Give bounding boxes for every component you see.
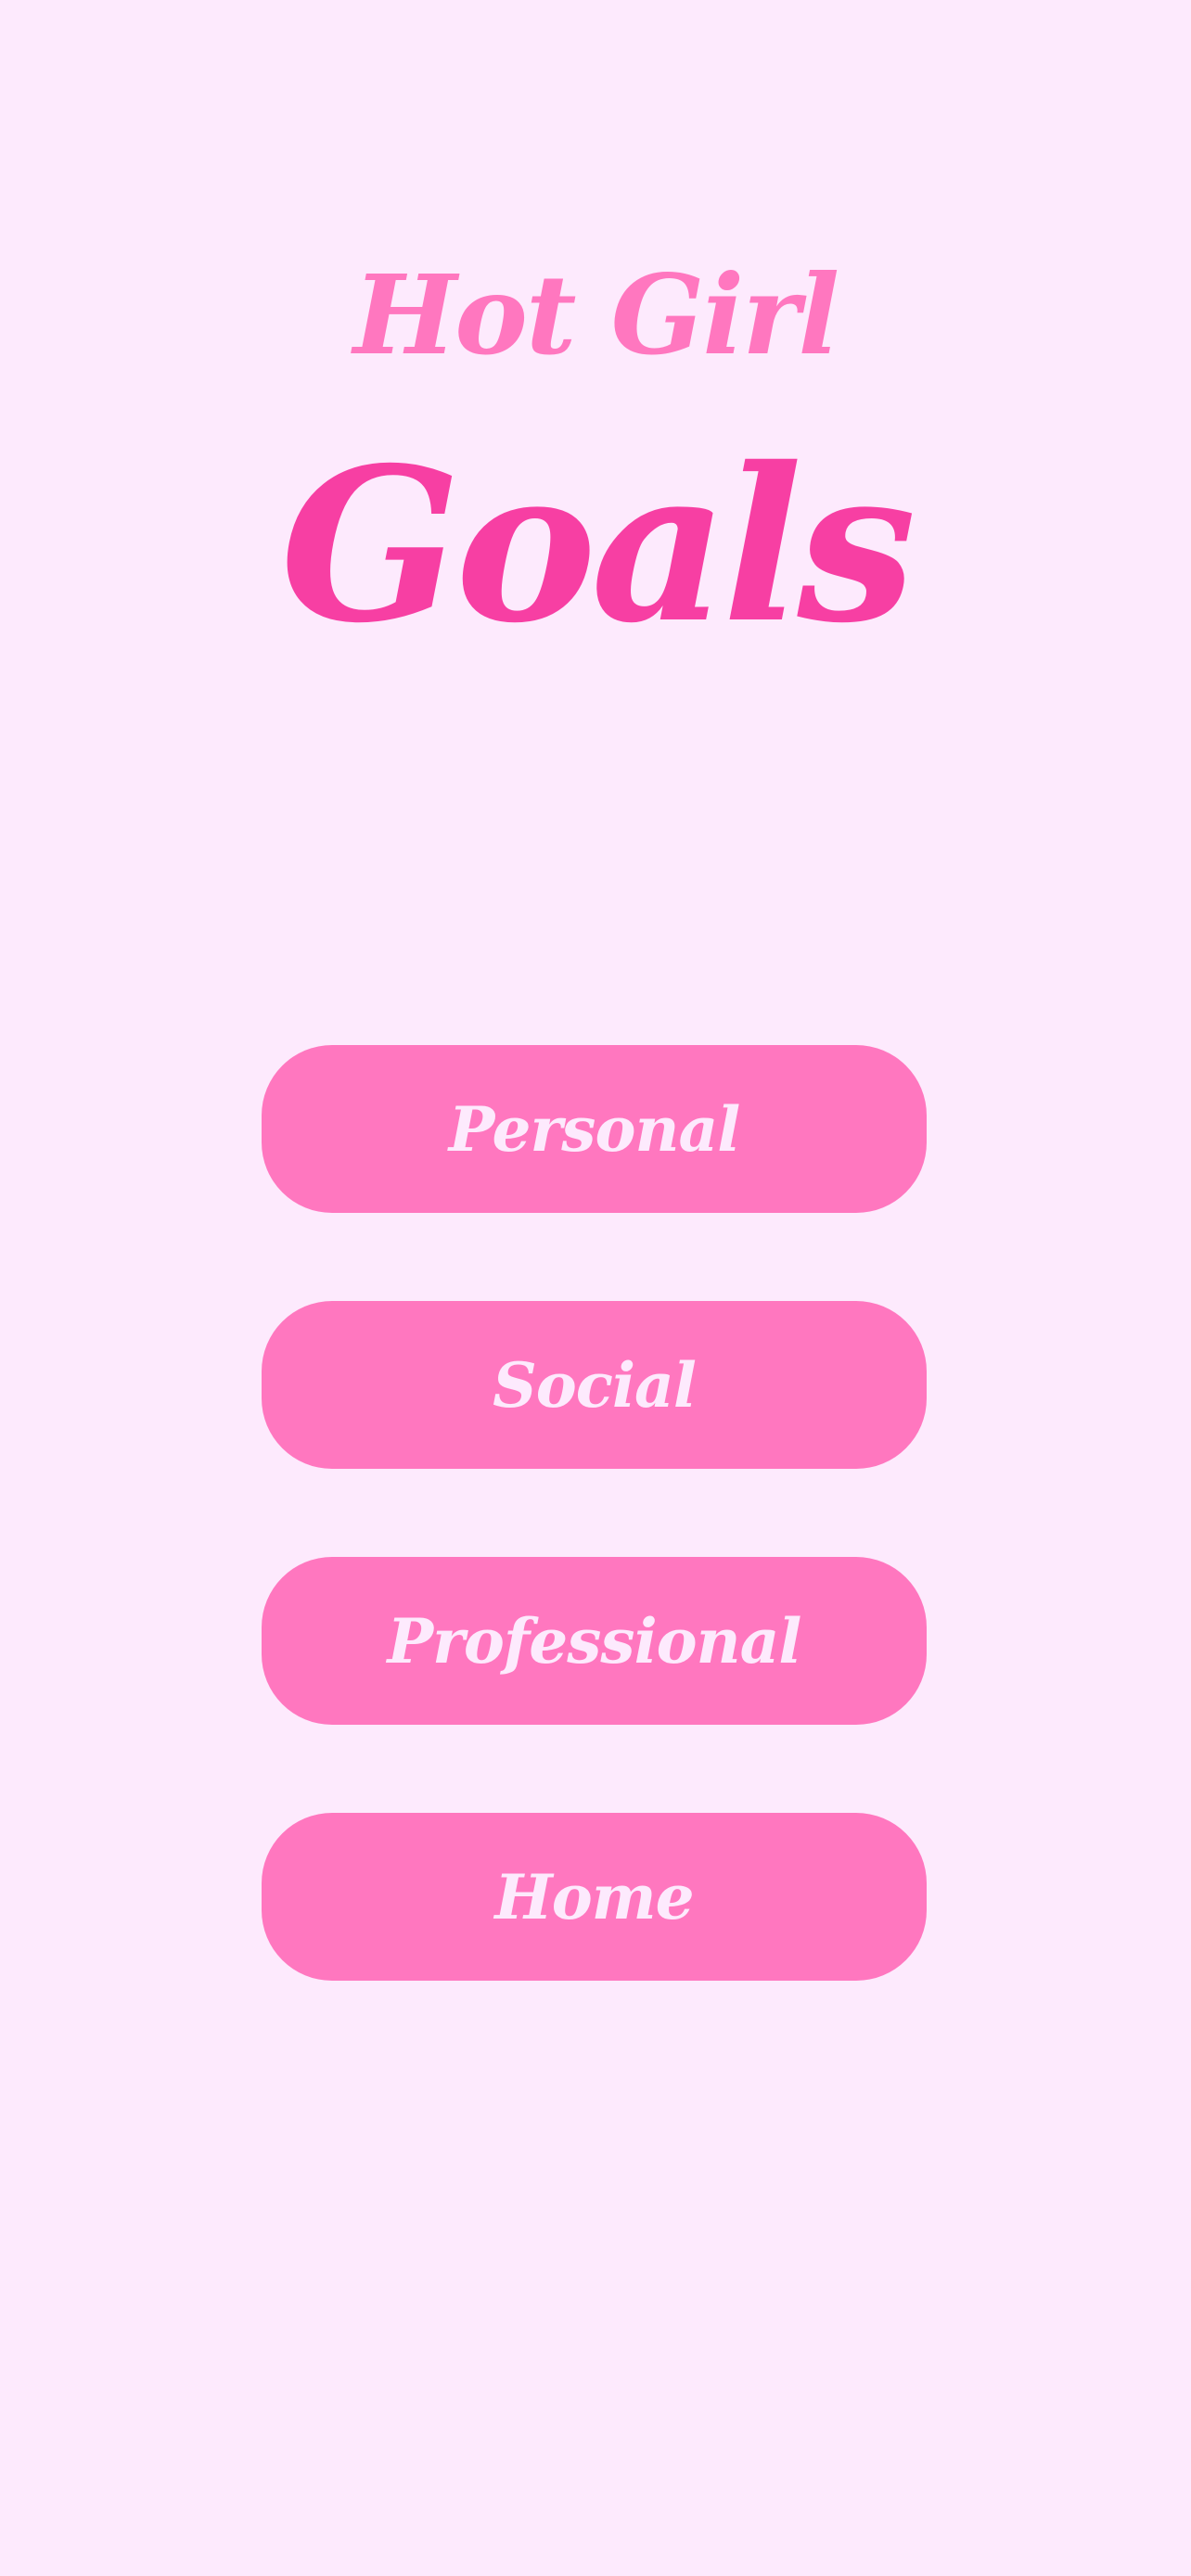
professional-button[interactable]: Professional [262, 1557, 927, 1725]
personal-button-label: Personal [448, 1092, 741, 1166]
app-title-line2: Goals [280, 421, 916, 670]
category-menu: Personal Social Professional Home [262, 1045, 927, 2069]
professional-button-label: Professional [387, 1604, 801, 1677]
social-button[interactable]: Social [262, 1301, 927, 1469]
personal-button[interactable]: Personal [262, 1045, 927, 1213]
social-button-label: Social [493, 1348, 697, 1422]
app-title-line1: Hot Girl [352, 250, 839, 379]
home-button-label: Home [494, 1860, 694, 1933]
home-button[interactable]: Home [262, 1813, 927, 1981]
